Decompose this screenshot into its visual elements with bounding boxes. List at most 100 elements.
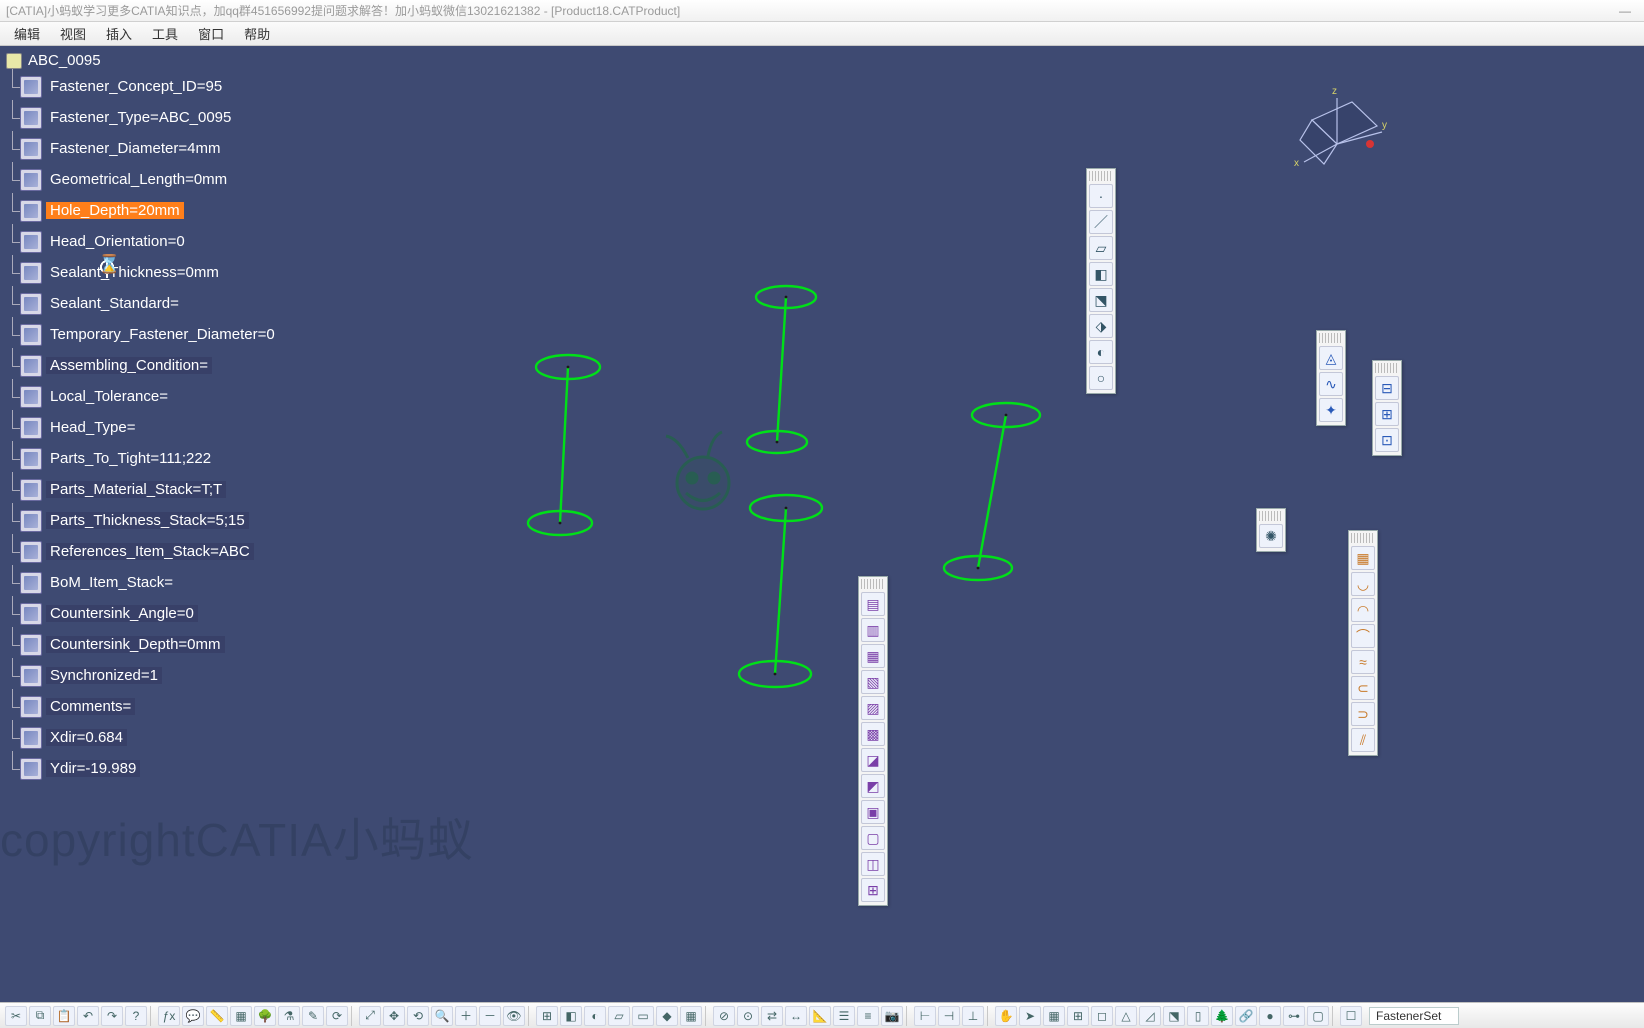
line-icon[interactable]: ／ — [1089, 210, 1113, 234]
tree-node[interactable]: Countersink_Angle=0 — [0, 598, 380, 629]
clr-icon[interactable]: ⬔ — [1163, 1006, 1185, 1026]
minimize-button[interactable]: — — [1612, 2, 1638, 20]
viewport[interactable]: ABC_0095 Fastener_Concept_ID=95Fastener_… — [0, 46, 1644, 1006]
layer2-icon[interactable]: ▧ — [861, 670, 885, 694]
swap-icon[interactable]: ⇄ — [761, 1006, 783, 1026]
help-icon[interactable]: ? — [125, 1006, 147, 1026]
hlr-icon[interactable]: ▭ — [632, 1006, 654, 1026]
show-icon[interactable]: ⊙ — [737, 1006, 759, 1026]
conn-icon[interactable]: ⊶ — [1283, 1006, 1305, 1026]
zoomout-icon[interactable]: － — [479, 1006, 501, 1026]
tree-node[interactable]: Countersink_Depth=0mm — [0, 629, 380, 660]
tree-node[interactable]: Fastener_Concept_ID=95 — [0, 71, 380, 102]
arc-icon[interactable]: ◠ — [1351, 598, 1375, 622]
tree-node[interactable]: Assembling_Condition= — [0, 350, 380, 381]
table-icon[interactable]: ▦ — [230, 1006, 252, 1026]
tree2-icon[interactable]: 🌲 — [1211, 1006, 1233, 1026]
tree-node[interactable]: Hole_Depth=20mm — [0, 195, 380, 226]
camera-icon[interactable]: 📷 — [881, 1006, 903, 1026]
grid-icon[interactable]: ▦ — [1351, 546, 1375, 570]
tree-node[interactable]: Xdir=0.684 — [0, 722, 380, 753]
cube1-icon[interactable]: ▢ — [861, 826, 885, 850]
ruler-icon[interactable]: 📐 — [809, 1006, 831, 1026]
tree-node[interactable]: Geometrical_Length=0mm — [0, 164, 380, 195]
shell-icon[interactable]: ⊂ — [1351, 676, 1375, 700]
checkbox-icon[interactable]: ☐ — [1340, 1006, 1362, 1026]
tree-node[interactable]: BoM_Item_Stack= — [0, 567, 380, 598]
trim-icon[interactable]: ⊞ — [1375, 402, 1399, 426]
tree-node[interactable]: Head_Orientation=0 — [0, 226, 380, 257]
grid2-icon[interactable]: ▦ — [1043, 1006, 1065, 1026]
tree-node[interactable]: Head_Type= — [0, 412, 380, 443]
operations-palette[interactable]: ⊟⊞⊡ — [1372, 360, 1402, 456]
palette-grip[interactable] — [1259, 511, 1283, 521]
copy-icon[interactable]: ⧉ — [29, 1006, 51, 1026]
persp-icon[interactable]: ▦ — [680, 1006, 702, 1026]
sheet-icon[interactable]: ▩ — [861, 722, 885, 746]
block1-icon[interactable]: ◪ — [861, 748, 885, 772]
menu-1[interactable]: 视图 — [50, 22, 96, 45]
ax3-icon[interactable]: ⊥ — [962, 1006, 984, 1026]
paste-icon[interactable]: 📋 — [53, 1006, 75, 1026]
menu-2[interactable]: 插入 — [96, 22, 142, 45]
design-icon[interactable]: ✎ — [302, 1006, 324, 1026]
bend-icon[interactable]: ⌒ — [1351, 624, 1375, 648]
redo-icon[interactable]: ↷ — [101, 1006, 123, 1026]
undo-icon[interactable]: ↶ — [77, 1006, 99, 1026]
circle-icon[interactable]: ○ — [1089, 366, 1113, 390]
burst-icon[interactable]: ✺ — [1259, 524, 1283, 548]
tree-node[interactable]: Sealant_Thickness=0mm — [0, 257, 380, 288]
palette-grip[interactable] — [861, 579, 885, 589]
analysis-palette[interactable]: ◬∿✦ — [1316, 330, 1346, 426]
fx-icon[interactable]: ƒx — [158, 1006, 180, 1026]
filter-icon[interactable]: ⚗ — [278, 1006, 300, 1026]
snap-icon[interactable]: ⊞ — [1067, 1006, 1089, 1026]
link-icon[interactable]: 🔗 — [1235, 1006, 1257, 1026]
tree-node[interactable]: Parts_To_Tight=111;222 — [0, 443, 380, 474]
menu-3[interactable]: 工具 — [142, 22, 188, 45]
pan-icon[interactable]: ✥ — [383, 1006, 405, 1026]
ptr-icon[interactable]: ➤ — [1019, 1006, 1041, 1026]
palette-grip[interactable] — [1089, 171, 1113, 181]
analyze-icon[interactable]: ✦ — [1319, 398, 1343, 422]
fit-icon[interactable]: ⤢ — [359, 1006, 381, 1026]
dim-icon[interactable]: ↔ — [785, 1006, 807, 1026]
join-icon[interactable]: ⊡ — [1375, 428, 1399, 452]
tree-node[interactable]: Comments= — [0, 691, 380, 722]
tree-node[interactable]: Synchronized=1 — [0, 660, 380, 691]
tree-node[interactable]: References_Item_Stack=ABC — [0, 536, 380, 567]
cube2-icon[interactable]: ◫ — [861, 852, 885, 876]
tree-node[interactable]: Ydir=-19.989 — [0, 753, 380, 784]
zoomin-icon[interactable]: ＋ — [455, 1006, 477, 1026]
tree-node[interactable]: Fastener_Diameter=4mm — [0, 133, 380, 164]
cut-icon[interactable]: ✂ — [5, 1006, 27, 1026]
tree-node[interactable]: Local_Tolerance= — [0, 381, 380, 412]
ball-icon[interactable]: ● — [1259, 1006, 1281, 1026]
block3-icon[interactable]: ▣ — [861, 800, 885, 824]
tree-node[interactable]: Fastener_Type=ABC_0095 — [0, 102, 380, 133]
meas-icon[interactable]: 📏 — [206, 1006, 228, 1026]
stack2-icon[interactable]: ▥ — [861, 618, 885, 642]
props-icon[interactable]: ☰ — [833, 1006, 855, 1026]
box-icon[interactable]: ▢ — [1307, 1006, 1329, 1026]
roll-icon[interactable]: ⊃ — [1351, 702, 1375, 726]
hide-icon[interactable]: ⊘ — [713, 1006, 735, 1026]
wrap-icon[interactable]: ◬ — [1319, 346, 1343, 370]
cube-icon[interactable]: ◻ — [1091, 1006, 1113, 1026]
multi-icon[interactable]: ⊞ — [536, 1006, 558, 1026]
spec-tree[interactable]: ABC_0095 Fastener_Concept_ID=95Fastener_… — [0, 50, 380, 784]
wire-icon[interactable]: ▱ — [608, 1006, 630, 1026]
tools-palette[interactable]: ✺ — [1256, 508, 1286, 552]
comment-icon[interactable]: 💬 — [182, 1006, 204, 1026]
fastener-palette[interactable]: ▤▥▦▧▨▩◪◩▣▢◫⊞ — [858, 576, 888, 906]
tree-icon[interactable]: 🌳 — [254, 1006, 276, 1026]
curve-icon[interactable]: ∿ — [1319, 372, 1343, 396]
tree-root[interactable]: ABC_0095 — [0, 50, 380, 71]
rotate-icon[interactable]: ⟲ — [407, 1006, 429, 1026]
stack1-icon[interactable]: ▤ — [861, 592, 885, 616]
sweep-icon[interactable]: ⬗ — [1089, 314, 1113, 338]
zoom-icon[interactable]: 🔍 — [431, 1006, 453, 1026]
point-icon[interactable]: · — [1089, 184, 1113, 208]
tree-node[interactable]: Sealant_Standard= — [0, 288, 380, 319]
compass[interactable]: z y x — [1282, 84, 1392, 174]
